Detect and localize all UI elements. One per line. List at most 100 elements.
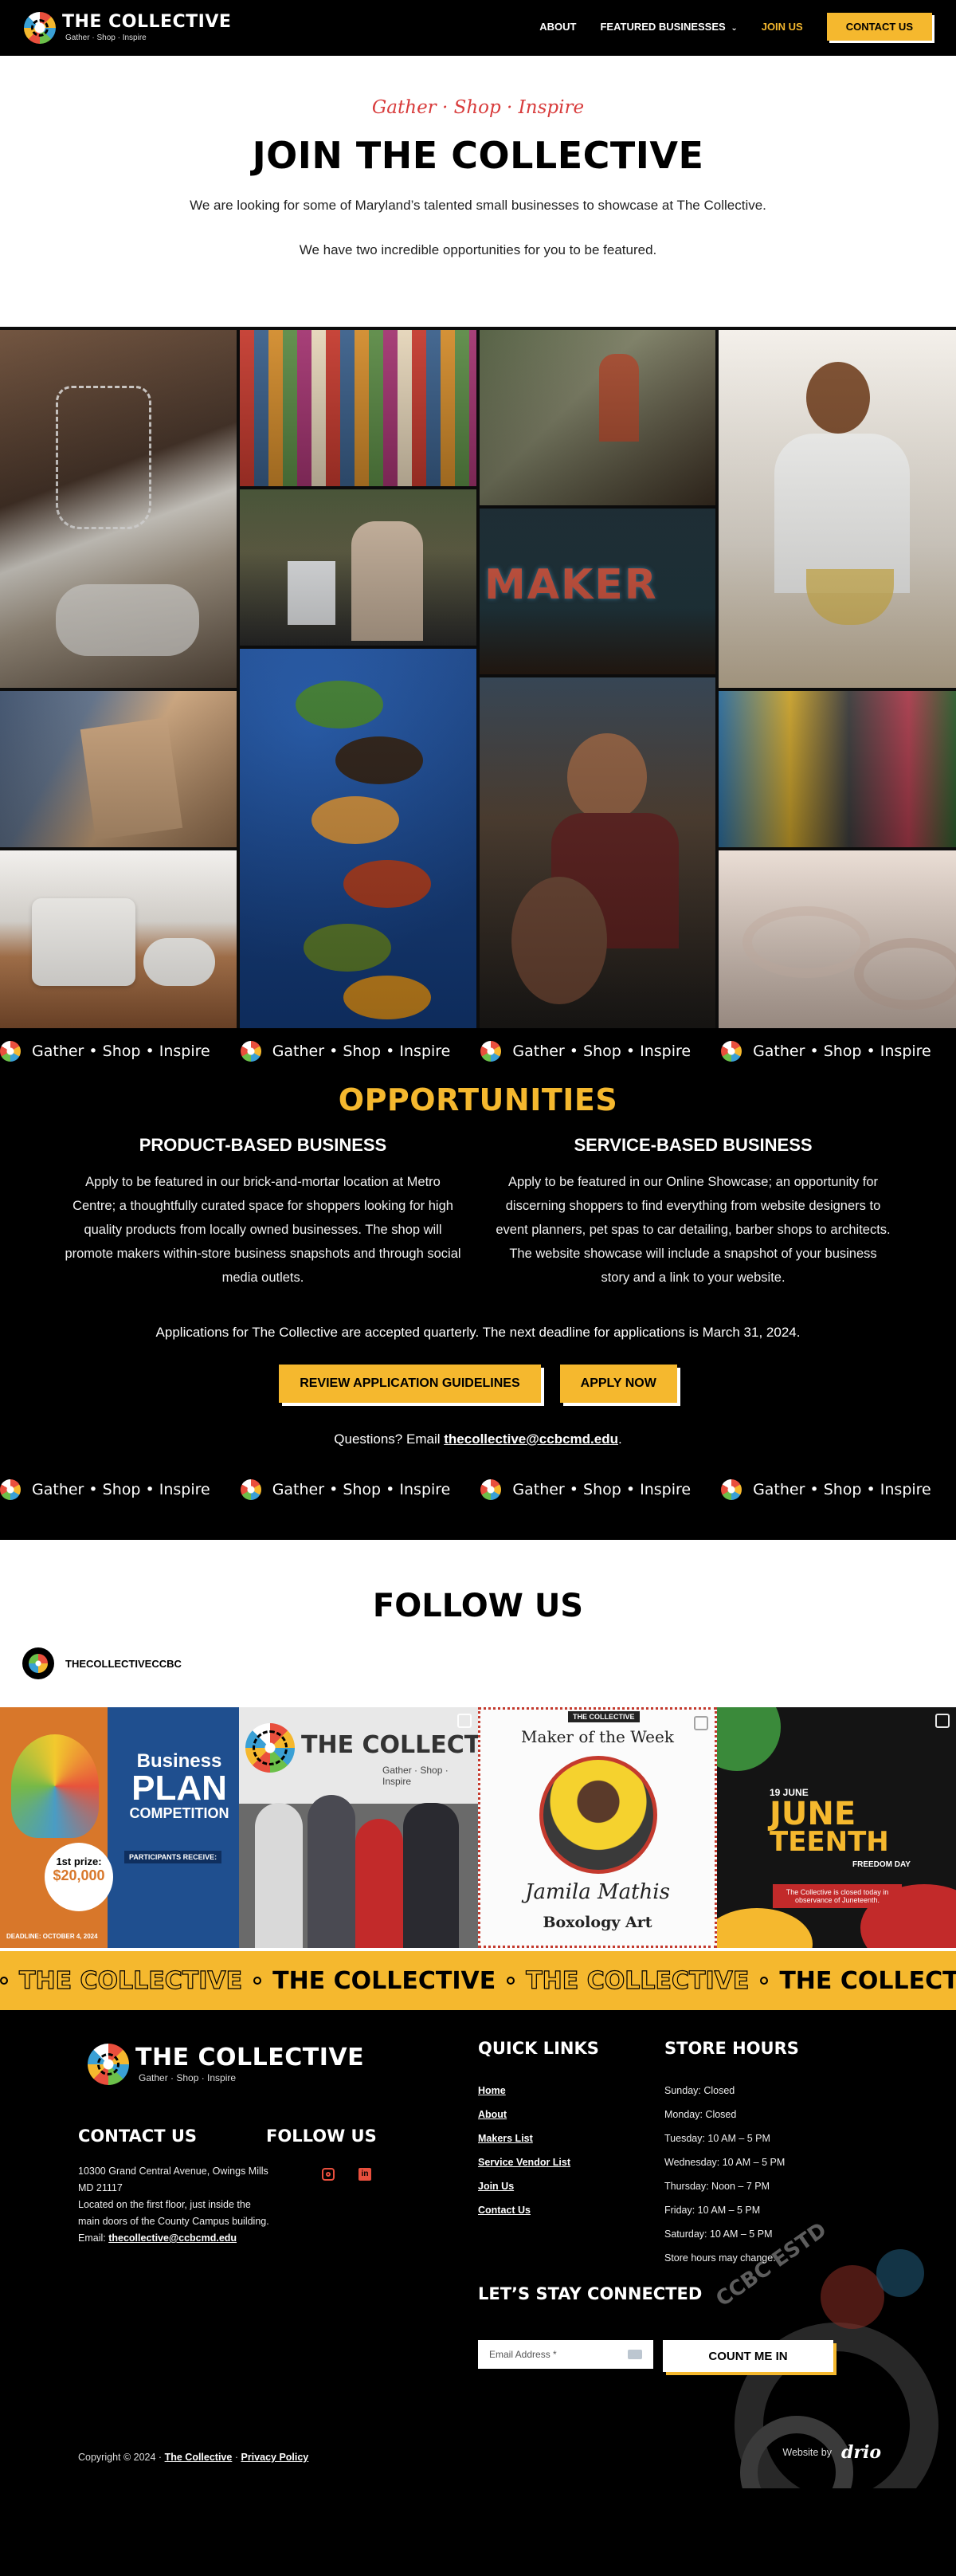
marquee-item: Gather • Shop • Inspire (480, 1479, 691, 1500)
credit-brand-link[interactable]: drio (841, 2442, 881, 2463)
collective-marquee-item: THE COLLECTIVE (0, 1966, 243, 1995)
tagline-marquee-top: Gather • Shop • Inspire Gather • Shop • I… (0, 1028, 956, 1074)
collective-marquee-text: THE COLLECTIVE (779, 1966, 956, 1995)
carousel-icon (694, 1716, 708, 1730)
page: THE COLLECTIVE Gather · Shop · Inspire A… (0, 0, 956, 2576)
nav-links: ABOUT FEATURED BUSINESSES ⌄ JOIN US CONT… (539, 13, 932, 41)
hours-note: Store hours may change. (664, 2252, 776, 2264)
privacy-policy-link[interactable]: Privacy Policy (241, 2452, 308, 2463)
quick-link-join[interactable]: Join Us (478, 2174, 599, 2198)
photo-mesh-bag (0, 330, 237, 688)
questions-prefix: Questions? Email (334, 1431, 441, 1447)
cta-buttons: REVIEW APPLICATION GUIDELINES APPLY NOW (0, 1365, 956, 1403)
nav-join-us[interactable]: JOIN US (762, 21, 803, 33)
instagram-post-ribbon-cutting[interactable]: THE COLLECTIVE Gather · Shop · Inspire (239, 1707, 478, 1948)
hours-item: Friday: 10 AM – 5 PM (664, 2205, 761, 2216)
collective-marquee-text: THE COLLECTIVE (526, 1966, 750, 1995)
contact-us-button[interactable]: CONTACT US (826, 13, 932, 41)
nav-featured-businesses[interactable]: FEATURED BUSINESSES (600, 21, 725, 33)
subscribe-button[interactable]: COUNT ME IN (663, 2340, 833, 2372)
photo-woman-mixing (719, 330, 956, 688)
store-hours-title: STORE HOURS (664, 2039, 799, 2058)
logo-mark-icon (0, 1041, 21, 1062)
email-field[interactable]: Email Address * (478, 2340, 653, 2369)
site-logo[interactable]: THE COLLECTIVE Gather · Shop · Inspire (24, 12, 231, 44)
collective-marquee: THE COLLECTIVE THE COLLECTIVE THE COLLECTI… (0, 1948, 956, 2010)
service-column: SERVICE-BASED BUSINESS Apply to be featu… (494, 1135, 892, 1290)
opportunities-section: OPPORTUNITIES PRODUCT-BASED BUSINESS App… (0, 1074, 956, 1447)
linkedin-icon[interactable]: in (358, 2168, 371, 2181)
post1-prize: $20,000 (53, 1867, 105, 1883)
footer-contact: CONTACT US 10300 Grand Central Avenue, O… (78, 2126, 269, 2247)
post1-deadline: DEADLINE: OCTOBER 4, 2024 (6, 1933, 98, 1940)
post3-header: THE COLLECTIVE (568, 1711, 640, 1722)
logo-tagline: Gather · Shop · Inspire (65, 33, 147, 42)
footer-logo-text: THE COLLECTIVE Gather · Shop · Inspire (135, 2046, 364, 2083)
quick-link-home[interactable]: Home (478, 2079, 599, 2103)
apply-now-button[interactable]: APPLY NOW (559, 1365, 677, 1403)
location-note: Located on the first floor, just inside … (78, 2199, 269, 2227)
marquee-text: Gather • Shop • Inspire (32, 1043, 210, 1060)
hero-tagline: Gather · Shop · Inspire (371, 97, 585, 118)
hours-item: Wednesday: 10 AM – 5 PM (664, 2157, 786, 2168)
site-credit: Website by drio (782, 2442, 881, 2463)
photo-thread-spools (240, 330, 476, 486)
instagram-icon[interactable] (322, 2168, 335, 2181)
marquee-text: Gather • Shop • Inspire (753, 1481, 931, 1498)
photo-couch (0, 850, 237, 1028)
instagram-post-maker-of-week[interactable]: THE COLLECTIVE Maker of the Week Jamila … (478, 1707, 717, 1948)
hours-item: Sunday: Closed (664, 2085, 735, 2096)
photo-paper-bag (0, 691, 237, 847)
marquee-text: Gather • Shop • Inspire (512, 1043, 692, 1060)
deadline-text: Applications for The Collective are acce… (155, 1325, 801, 1340)
copyright-home-link[interactable]: The Collective (165, 2452, 233, 2463)
marquee-item: Gather • Shop • Inspire (0, 1041, 210, 1062)
hours-item: Thursday: Noon – 7 PM (664, 2181, 770, 2192)
logo-mark-icon (721, 1479, 742, 1500)
quick-links-title: QUICK LINKS (478, 2039, 599, 2058)
questions-suffix: . (618, 1431, 622, 1447)
photo-spice-spoons (240, 649, 476, 1028)
logo-mark-icon (240, 1479, 261, 1500)
quick-link-makers[interactable]: Makers List (478, 2126, 599, 2150)
instagram-post-business-plan[interactable]: Business PLAN COMPETITION 1st prize: $20… (0, 1707, 239, 1948)
photo-collage: MAKER (0, 327, 956, 1028)
nav-featured-wrap: FEATURED BUSINESSES ⌄ (600, 21, 737, 33)
questions-line: Questions? Email thecollective@ccbcmd.ed… (0, 1431, 956, 1447)
questions-email-link[interactable]: thecollective@ccbcmd.edu (444, 1431, 618, 1447)
chevron-down-icon[interactable]: ⌄ (731, 24, 737, 33)
instagram-handle[interactable]: THECOLLECTIVECCBC (22, 1647, 182, 1679)
post1-participants: PARTICIPANTS RECEIVE: (124, 1851, 222, 1863)
footer-logo[interactable]: THE COLLECTIVE Gather · Shop · Inspire (88, 2044, 364, 2085)
newsletter-title: LET’S STAY CONNECTED (478, 2284, 703, 2303)
quick-link-contact[interactable]: Contact Us (478, 2198, 599, 2222)
marquee-text: Gather • Shop • Inspire (753, 1043, 931, 1060)
photo-ceramic-bowls (719, 850, 956, 1028)
collective-marquee-text: THE COLLECTIVE (18, 1966, 243, 1995)
circle-icon (0, 1977, 8, 1985)
quick-link-about[interactable]: About (478, 2103, 599, 2126)
logo-mark-icon (480, 1479, 502, 1500)
avatar (22, 1647, 54, 1679)
service-body: Apply to be featured in our Online Showc… (496, 1175, 891, 1285)
photo-barber (480, 677, 715, 1028)
footer-email-link[interactable]: thecollective@ccbcmd.edu (108, 2232, 237, 2244)
marquee-text: Gather • Shop • Inspire (32, 1481, 210, 1498)
copyright-separator: · (234, 2452, 238, 2463)
carousel-icon (457, 1714, 472, 1728)
marquee-item: Gather • Shop • Inspire (480, 1041, 691, 1062)
post3-name: Jamila Mathis (525, 1880, 670, 1904)
logo-mark-icon (24, 12, 56, 44)
photo-shopping-bags (240, 489, 476, 646)
nav-about[interactable]: ABOUT (539, 21, 576, 33)
review-guidelines-button[interactable]: REVIEW APPLICATION GUIDELINES (279, 1365, 541, 1403)
photo-maker-sign: MAKER (480, 509, 715, 674)
credit-label: Website by (782, 2447, 832, 2458)
store-hours: STORE HOURS Sunday: Closed Monday: Close… (664, 2039, 799, 2270)
logo-mark-icon (480, 1041, 502, 1062)
quick-link-vendors[interactable]: Service Vendor List (478, 2150, 599, 2174)
follow-section: FOLLOW US THECOLLECTIVECCBC (0, 1540, 956, 1707)
footer-follow-title: FOLLOW US (266, 2126, 377, 2146)
instagram-post-juneteenth[interactable]: 19 JUNE JUNE TEENTH FREEDOM DAY The Coll… (717, 1707, 956, 1948)
